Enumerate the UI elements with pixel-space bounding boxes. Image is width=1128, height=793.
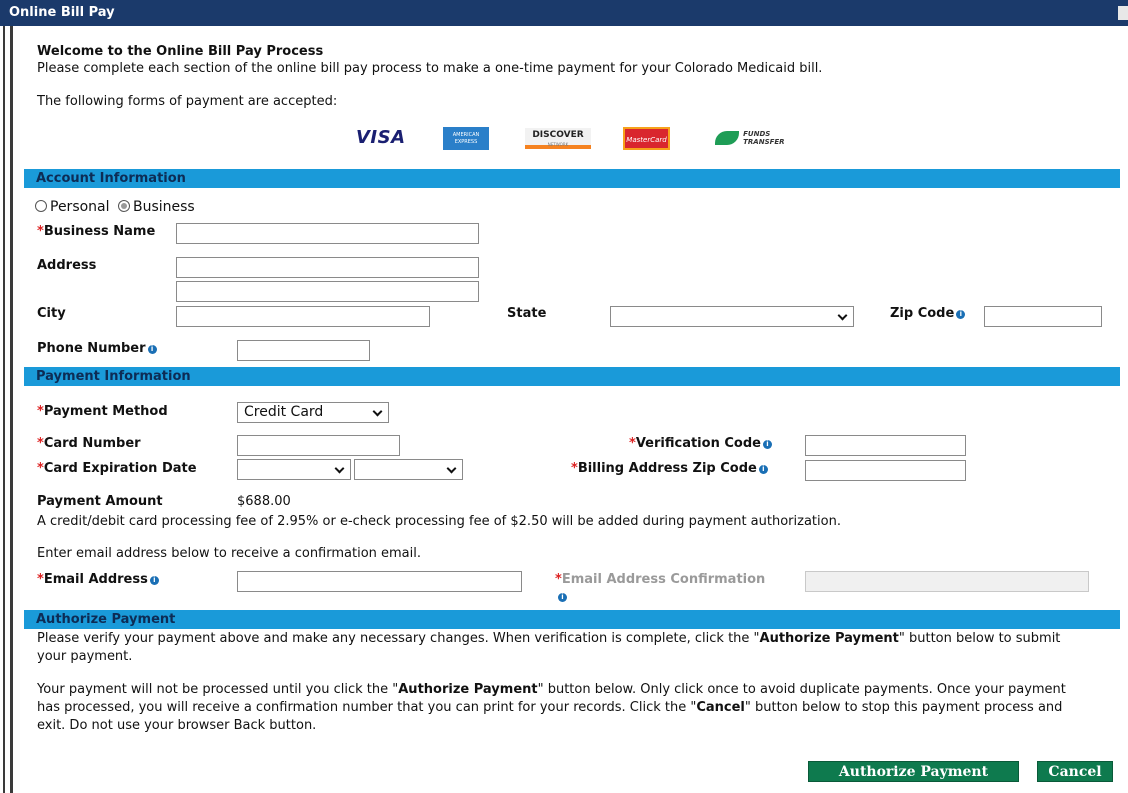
state-select[interactable] (610, 306, 854, 327)
window-title: Online Bill Pay (0, 0, 1128, 26)
payment-amount-label: Payment Amount (37, 494, 163, 509)
authorize-warning: Your payment will not be processed until… (37, 682, 1066, 733)
card-number-label: *Card Number (37, 436, 141, 451)
email-address-input[interactable] (237, 571, 522, 592)
business-name-input[interactable] (176, 223, 479, 244)
address-line2-input[interactable] (176, 281, 479, 302)
window-frame-left (0, 26, 13, 793)
verification-code-input[interactable] (805, 435, 966, 456)
account-type-radio-group: Personal Business (35, 199, 195, 215)
window-frame-line (3, 26, 5, 793)
info-icon[interactable]: i (558, 593, 567, 602)
payment-section-header: Payment Information (24, 367, 1120, 386)
welcome-heading: Welcome to the Online Bill Pay Process (37, 44, 324, 59)
mastercard-logo: MasterCard (623, 127, 670, 150)
info-icon[interactable]: i (758, 465, 768, 474)
expiration-year-select[interactable] (354, 459, 463, 480)
chevron-down-icon (372, 406, 383, 417)
info-icon[interactable]: i (956, 310, 966, 319)
radio-business[interactable] (117, 200, 130, 212)
payment-amount-value: $688.00 (237, 494, 291, 509)
zip-code-input[interactable] (984, 306, 1102, 327)
verification-code-label: *Verification Code i (629, 436, 772, 451)
email-prompt: Enter email address below to receive a c… (37, 546, 422, 561)
discover-logo: DISCOVER NETWORK (525, 128, 591, 149)
visa-logo: VISA (356, 127, 406, 148)
cancel-button[interactable]: Cancel (1037, 761, 1113, 782)
info-icon[interactable]: i (147, 345, 157, 354)
close-icon[interactable] (1118, 6, 1128, 20)
chevron-down-icon (837, 310, 848, 321)
city-input[interactable] (176, 306, 430, 327)
email-confirm-info: i (556, 589, 567, 604)
accepted-payments-label: The following forms of payment are accep… (37, 94, 338, 109)
state-label: State (507, 306, 547, 321)
card-number-input[interactable] (237, 435, 400, 456)
chevron-down-icon (334, 463, 345, 474)
address-label: Address (37, 258, 97, 273)
radio-personal-label: Personal (50, 199, 110, 215)
address-line1-input[interactable] (176, 257, 479, 278)
funds-transfer-text: FUNDS TRANSFER (743, 130, 785, 146)
info-icon[interactable]: i (149, 576, 159, 585)
account-section-header: Account Information (24, 169, 1120, 188)
email-confirm-input (805, 571, 1089, 592)
payment-method-select[interactable]: Credit Card (237, 402, 389, 423)
fee-notice: A credit/debit card processing fee of 2.… (37, 514, 841, 529)
radio-business-label: Business (132, 199, 195, 215)
city-label: City (37, 306, 66, 321)
welcome-description: Please complete each section of the onli… (37, 61, 823, 76)
billing-zip-label: *Billing Address Zip Code i (571, 461, 768, 476)
radio-personal[interactable] (35, 200, 47, 212)
email-address-label: *Email Address i (37, 572, 159, 587)
email-confirm-label: *Email Address Confirmation (555, 572, 766, 587)
expiration-month-select[interactable] (237, 459, 351, 480)
authorize-instructions: Please verify your payment above and mak… (37, 631, 1061, 664)
discover-logo-text: DISCOVER (532, 130, 584, 140)
funds-swoosh-icon (715, 131, 739, 145)
chevron-down-icon (446, 463, 457, 474)
discover-logo-sub: NETWORK (547, 142, 569, 147)
phone-number-input[interactable] (237, 340, 370, 361)
authorize-section-header: Authorize Payment (24, 610, 1120, 629)
payment-method-label: *Payment Method (37, 404, 168, 419)
zip-code-label: Zip Code i (890, 306, 966, 321)
card-expiration-label: *Card Expiration Date (37, 461, 197, 476)
authorize-payment-button[interactable]: Authorize Payment (808, 761, 1019, 782)
funds-transfer-logo: FUNDS TRANSFER (715, 130, 785, 148)
business-name-label: *Business Name (37, 224, 156, 239)
amex-logo: AMERICAN EXPRESS (443, 127, 489, 150)
info-icon[interactable]: i (762, 440, 772, 449)
phone-number-label: Phone Number i (37, 341, 157, 356)
billing-zip-input[interactable] (805, 460, 966, 481)
